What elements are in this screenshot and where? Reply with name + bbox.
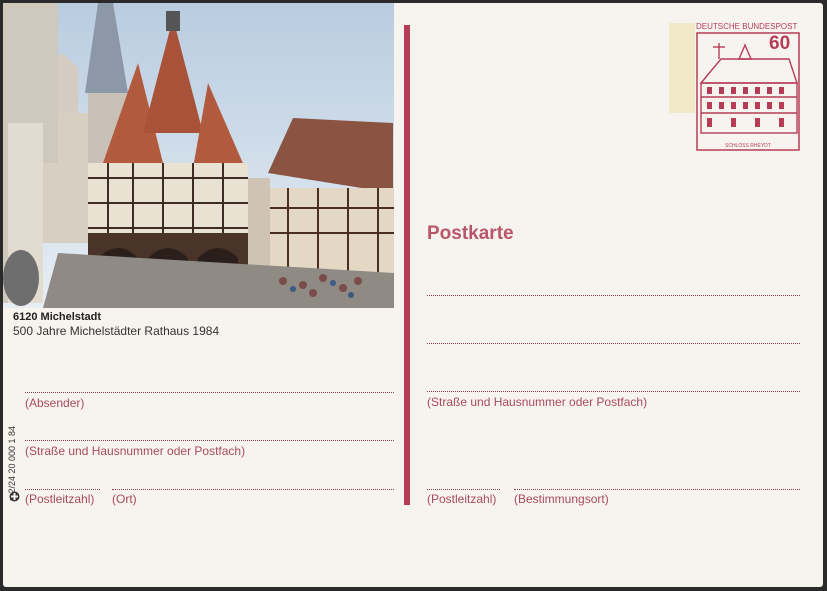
destination-line <box>514 489 800 490</box>
recipient-line-1 <box>427 295 800 296</box>
divider-bar <box>404 25 410 505</box>
print-code: n 2/24 20 000 1 84 <box>5 387 19 507</box>
caption-title: 6120 Michelstadt <box>13 311 102 323</box>
left-street-label: (Straße und Hausnummer oder Postfach) <box>25 444 246 458</box>
sender-label: (Absender) <box>25 396 85 410</box>
left-city-label: (Ort) <box>112 492 137 506</box>
plus-circle-icon <box>9 491 20 502</box>
print-code-text: n 2/24 20 000 1 84 <box>7 425 17 501</box>
stamp-value: 60 <box>769 33 791 54</box>
right-postcode-label: (Postleitzahl) <box>427 492 497 506</box>
postcard: 6120 Michelstadt 500 Jahre Michelstädter… <box>3 3 823 587</box>
stamp-caption: SCHLOSS RHEYDT <box>725 143 771 149</box>
left-postcode-line <box>25 489 100 490</box>
right-street-label: (Straße und Hausnummer oder Postfach) <box>427 395 648 409</box>
destination-label: (Bestimmungsort) <box>514 492 609 506</box>
recipient-line-2 <box>427 343 800 344</box>
town-hall-photo <box>3 3 394 308</box>
caption-subtitle: 500 Jahre Michelstädter Rathaus 1984 <box>13 324 220 338</box>
right-postcode-line <box>427 489 500 490</box>
left-postcode-label: (Postleitzahl) <box>25 492 95 506</box>
stamp-label: DEUTSCHE BUNDESPOST <box>696 22 798 31</box>
sender-line <box>25 392 394 393</box>
left-street-line <box>25 440 394 441</box>
left-city-line <box>112 489 394 490</box>
recipient-street-line <box>427 391 800 392</box>
postkarte-title: Postkarte <box>427 223 514 244</box>
